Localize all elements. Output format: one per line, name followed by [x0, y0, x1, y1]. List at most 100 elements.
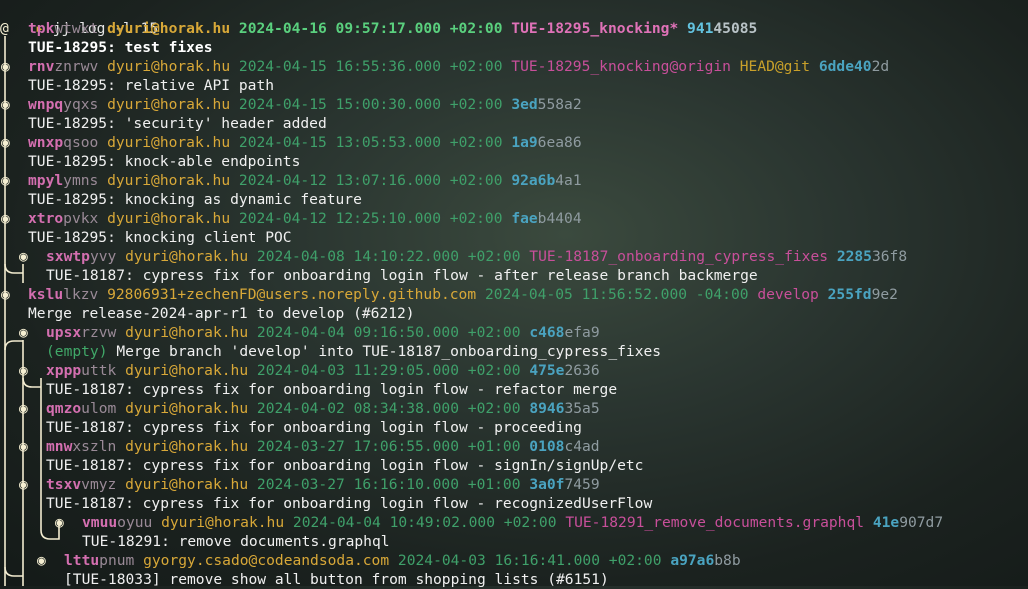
commit-timestamp: 2024-04-15 15:00:30.000 +02:00 — [238, 96, 503, 113]
change-id-suffix: yqxs — [63, 96, 99, 113]
commit-description: TUE-18295: knocking client POC — [28, 229, 292, 246]
commit-hash-prefix: a97a6 — [670, 552, 715, 569]
git-head-label: HEAD@git — [739, 58, 811, 75]
commit-description: [TUE-18033] remove show all button from … — [64, 571, 609, 588]
commit-hash-suffix: 7459 — [564, 476, 600, 493]
change-id-suffix: vmyz — [81, 476, 117, 493]
change-id-suffix: rzvw — [81, 324, 117, 341]
commit-node-icon: ◉ — [1, 286, 10, 303]
command-prompt: ▸ jj log -l 15 — [0, 0, 158, 37]
author-email: dyuri@horak.hu — [125, 248, 249, 265]
commit-node-icon: ◉ — [37, 552, 46, 569]
change-id-suffix: wtwxt — [54, 20, 99, 37]
commit-description: TUE-18187: cypress fix for onboarding lo… — [46, 267, 758, 284]
commit-description: TUE-18187: cypress fix for onboarding lo… — [46, 495, 653, 512]
empty-commit-tag: (empty) — [46, 343, 108, 360]
terminal-window[interactable]: ▸ jj log -l 15 @ tpkwtwxt dyuri@horak.hu … — [0, 0, 1028, 588]
change-id-prefix: wnxp — [28, 134, 64, 151]
author-email: dyuri@horak.hu — [161, 514, 285, 531]
commit-node-icon: ◉ — [1, 210, 10, 227]
commit-description: TUE-18187: cypress fix for onboarding lo… — [46, 419, 582, 436]
author-email: dyuri@horak.hu — [107, 172, 231, 189]
change-id-suffix: pvkx — [63, 210, 99, 227]
commit-description: TUE-18291: remove documents.graphql — [82, 533, 390, 550]
commit-node-icon: ◉ — [19, 400, 28, 417]
author-email: dyuri@horak.hu — [125, 362, 249, 379]
commit-node-icon: ◉ — [19, 248, 28, 265]
change-id-suffix: uttk — [81, 362, 117, 379]
commit-timestamp: 2024-04-16 09:57:17.000 +02:00 — [238, 20, 503, 37]
commit-node-icon: ◉ — [19, 362, 28, 379]
author-email: gyorgy.csado@codeandsoda.com — [143, 552, 390, 569]
commit-hash-prefix: 0108 — [529, 438, 565, 455]
commit-node-icon: ◉ — [19, 476, 28, 493]
change-id-prefix: xtro — [28, 210, 64, 227]
commit-timestamp: 2024-04-12 12:25:10.000 +02:00 — [238, 210, 503, 227]
commit-timestamp: 2024-04-03 16:16:41.000 +02:00 — [397, 552, 662, 569]
author-email: dyuri@horak.hu — [107, 134, 231, 151]
bookmark-label: TUE-18291_remove_documents.graphql — [565, 514, 865, 531]
bookmark-label: TUE-18295_knocking* — [511, 20, 679, 37]
commit-timestamp: 2024-04-08 14:10:22.000 +02:00 — [256, 248, 521, 265]
commit-hash-suffix: 35a5 — [564, 400, 600, 417]
commit-description: TUE-18295: relative API path — [28, 77, 275, 94]
commit-node-icon: ◉ — [19, 438, 28, 455]
bookmark-label: TUE-18187_onboarding_cypress_fixes — [529, 248, 829, 265]
author-email: 92806931+zechenFD@users.noreply.github.c… — [107, 286, 477, 303]
commit-description: TUE-18295: knock-able endpoints — [28, 153, 301, 170]
change-id-prefix: upsx — [46, 324, 82, 341]
commit-node-icon: ◉ — [1, 58, 10, 75]
commit-hash-prefix: fae — [511, 210, 538, 227]
commit-hash-prefix: 8946 — [529, 400, 565, 417]
commit-hash-prefix: 2285 — [836, 248, 872, 265]
change-id-suffix: lkzv — [63, 286, 99, 303]
change-id-prefix: mpyl — [28, 172, 64, 189]
commit-hash-suffix: 36f8 — [871, 248, 908, 265]
commit-hash-prefix: 1a9 — [511, 134, 538, 151]
change-id-suffix: oyuu — [117, 514, 153, 531]
author-email: dyuri@horak.hu — [125, 400, 249, 417]
commit-hash-prefix: 3a0f — [529, 476, 565, 493]
commit-node-icon: ◉ — [1, 172, 10, 189]
commit-hash-prefix: 941 — [687, 20, 714, 37]
commit-description: TUE-18187: cypress fix for onboarding lo… — [46, 381, 618, 398]
commit-timestamp: 2024-04-02 08:34:38.000 +02:00 — [256, 400, 521, 417]
change-id-prefix: xppp — [46, 362, 82, 379]
change-id-suffix: pnum — [99, 552, 135, 569]
bookmark-label: TUE-18295_knocking@origin — [511, 58, 731, 75]
author-email: dyuri@horak.hu — [107, 96, 231, 113]
commit-hash-prefix: 92a6b — [511, 172, 556, 189]
author-email: dyuri@horak.hu — [107, 210, 231, 227]
change-id-prefix: qmzo — [46, 400, 82, 417]
commit-timestamp: 2024-04-05 11:56:52.000 -04:00 — [484, 286, 749, 303]
commit-hash-suffix: b4404 — [537, 210, 582, 227]
commit-timestamp: 2024-04-12 13:07:16.000 +02:00 — [238, 172, 503, 189]
change-id-prefix: rnv — [28, 58, 55, 75]
author-email: dyuri@horak.hu — [107, 58, 231, 75]
commit-description: Merge branch 'develop' into TUE-18187_on… — [116, 343, 662, 360]
commit-timestamp: 2024-04-03 11:29:05.000 +02:00 — [256, 362, 521, 379]
bookmark-label: develop — [757, 286, 819, 303]
commit-description: TUE-18187: cypress fix for onboarding lo… — [46, 457, 644, 474]
commit-node-icon: ◉ — [1, 134, 10, 151]
change-id-prefix: tsxv — [46, 476, 82, 493]
commit-description: Merge release-2024-apr-r1 to develop (#6… — [28, 305, 415, 322]
change-id-suffix: ymns — [63, 172, 99, 189]
change-id-prefix: mnw — [46, 438, 73, 455]
commit-hash-suffix: 2636 — [564, 362, 600, 379]
author-email: dyuri@horak.hu — [125, 324, 249, 341]
commit-hash-suffix: 907d7 — [899, 514, 944, 531]
change-id-prefix: lttu — [64, 552, 100, 569]
commit-hash-suffix: 558a2 — [537, 96, 582, 113]
change-id-suffix: qsoo — [63, 134, 99, 151]
change-id-suffix: ulom — [81, 400, 117, 417]
commit-hash-prefix: 255fd — [827, 286, 872, 303]
commit-hash-suffix: 45085 — [713, 20, 758, 37]
author-email: dyuri@horak.hu — [107, 20, 231, 37]
commit-node-icon: ◉ — [55, 514, 64, 531]
commit-description: TUE-18295: knocking as dynamic feature — [28, 191, 362, 208]
author-email: dyuri@horak.hu — [125, 476, 249, 493]
commit-hash-suffix: 4a1 — [555, 172, 582, 189]
commit-node-icon: ◉ — [1, 96, 10, 113]
commit-hash-suffix: c4ad — [564, 438, 600, 455]
